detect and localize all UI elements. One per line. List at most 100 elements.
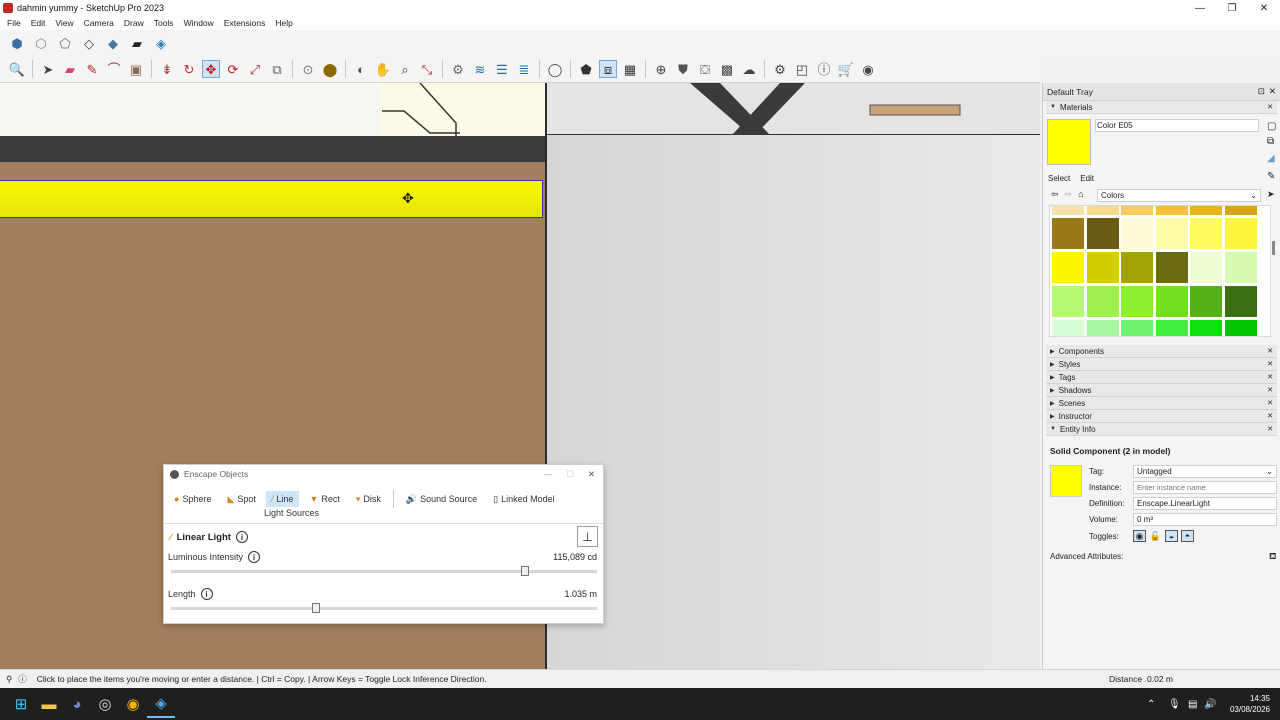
linear-light-info-icon[interactable]: i (235, 531, 248, 543)
cart-icon[interactable]: 🛒 (837, 60, 855, 78)
back-arrow-icon[interactable]: ⇦ (1051, 189, 1059, 200)
edit-tab[interactable]: Edit (1080, 174, 1094, 183)
default-material-icon[interactable]: ▢ (1267, 121, 1276, 132)
rectangle-icon[interactable]: ▣ (127, 60, 145, 78)
materials-header[interactable]: ▼ Materials ✕ (1046, 101, 1277, 114)
iso-view-icon[interactable]: ⬢ (8, 34, 26, 52)
tray-overflow-icon[interactable]: ⌃ (1147, 699, 1155, 710)
info-icon[interactable]: ⓘ (815, 60, 833, 78)
scenes-header[interactable]: ▶ Scenes ✕ (1046, 397, 1277, 410)
material-name-field[interactable]: Color E05 (1095, 119, 1259, 132)
material-swatch[interactable] (1155, 252, 1188, 283)
shadows-header[interactable]: ▶ Shadows ✕ (1046, 384, 1277, 397)
warehouse-icon[interactable]: ⚙ (449, 60, 467, 78)
paint-bucket-icon[interactable]: ⬤ (321, 60, 339, 78)
section-close-icon[interactable]: ✕ (1267, 399, 1273, 407)
add-icon[interactable]: ⊕ (652, 60, 670, 78)
material-swatch[interactable] (1052, 320, 1084, 336)
length-slider-thumb[interactable] (311, 603, 320, 613)
chrome-icon[interactable]: ◉ (119, 690, 147, 718)
status-info-icon[interactable]: ⓘ (18, 673, 27, 685)
material-swatch[interactable] (1190, 320, 1222, 336)
intensity-slider-thumb[interactable] (520, 566, 529, 576)
zoom-extents-icon[interactable]: 🔍 (8, 60, 26, 78)
cast-shadow-icon[interactable]: ◒ (1165, 530, 1178, 542)
material-swatch[interactable] (1086, 252, 1119, 283)
asset-icon[interactable]: ⛋ (696, 60, 714, 78)
eyedropper-icon[interactable]: ✎ (1267, 171, 1275, 182)
front-view-icon[interactable]: ⬠ (56, 34, 74, 52)
menu-tools[interactable]: Tools (149, 18, 179, 28)
length-info-icon[interactable]: i (200, 588, 213, 600)
material-swatch[interactable] (1121, 286, 1153, 317)
styles-header[interactable]: ▶ Styles ✕ (1046, 358, 1277, 371)
scale-icon[interactable]: ⤢ (246, 60, 264, 78)
align-gizmo-icon[interactable]: ⊥ (577, 526, 598, 547)
details-arrow-icon[interactable]: ➤ (1267, 189, 1275, 200)
material-swatch[interactable] (1190, 218, 1222, 249)
enscape-start-icon[interactable]: ⬟ (577, 60, 595, 78)
zoom-window-icon[interactable]: ⤡ (418, 60, 436, 78)
restore-button[interactable]: ❐ (1216, 0, 1248, 16)
home-icon[interactable]: ⌂ (1078, 189, 1083, 200)
tag-select[interactable]: Untagged ⌄ (1133, 465, 1277, 478)
instance-input[interactable] (1133, 481, 1277, 494)
file-explorer-icon[interactable]: ▬ (35, 690, 63, 718)
select-tab[interactable]: Select (1048, 174, 1070, 183)
section-close-icon[interactable]: ✕ (1267, 425, 1273, 433)
network-icon[interactable]: ▤ (1188, 699, 1197, 710)
material-swatch[interactable] (1086, 320, 1119, 336)
measurements-value[interactable]: 0.02 m (1147, 674, 1173, 684)
material-swatch[interactable] (1224, 320, 1257, 336)
material-swatch[interactable] (1190, 252, 1222, 283)
follow-me-icon[interactable]: ↻ (180, 60, 198, 78)
microphone-icon[interactable]: 🎙 (1168, 699, 1181, 710)
zoom-icon[interactable]: ⌕ (396, 60, 414, 78)
window-icon[interactable]: ◰ (793, 60, 811, 78)
panel-minimize-button[interactable]: — (544, 469, 553, 479)
material-swatch[interactable] (1121, 218, 1153, 249)
instructor-header[interactable]: ▶ Instructor ✕ (1046, 410, 1277, 423)
stamp-icon[interactable]: ≣ (515, 60, 533, 78)
offset-icon[interactable]: ⧉ (268, 60, 286, 78)
menu-extensions[interactable]: Extensions (219, 18, 271, 28)
orbit-icon[interactable]: ◐ (352, 60, 370, 78)
github-icon[interactable]: ◎ (91, 690, 119, 718)
material-swatch[interactable] (1155, 320, 1188, 336)
entity-info-header[interactable]: ▼ Entity Info ✕ (1046, 423, 1277, 436)
tab-linked-model[interactable]: ▯ Linked Model (487, 491, 561, 508)
linear-light-selected[interactable] (0, 180, 543, 218)
material-swatch[interactable] (1121, 252, 1153, 283)
menu-view[interactable]: View (50, 18, 78, 28)
user-icon[interactable]: ◉ (859, 60, 877, 78)
arc-icon[interactable]: ⌒ (105, 60, 123, 78)
entity-material-swatch[interactable] (1050, 465, 1082, 497)
left-view-icon[interactable]: ▰ (128, 34, 146, 52)
menu-draw[interactable]: Draw (119, 18, 149, 28)
shield-icon[interactable]: ⛊ (674, 60, 692, 78)
library-select[interactable]: Colors ⌄ (1097, 189, 1261, 202)
checker-icon[interactable]: ▩ (718, 60, 736, 78)
menu-help[interactable]: Help (270, 18, 297, 28)
menu-edit[interactable]: Edit (26, 18, 51, 28)
pencil-line-icon[interactable]: ✎ (83, 60, 101, 78)
tab-sphere[interactable]: ● Sphere (168, 491, 217, 507)
section-close-icon[interactable]: ✕ (1267, 412, 1273, 420)
material-swatch[interactable] (1224, 252, 1257, 283)
menu-camera[interactable]: Camera (79, 18, 119, 28)
material-swatch[interactable] (1052, 252, 1084, 283)
length-value[interactable]: 1.035 m (564, 589, 597, 599)
panel-close-button[interactable]: ✕ (588, 469, 595, 480)
lock-icon[interactable]: 🔓 (1149, 530, 1162, 542)
layers-icon[interactable]: ☰ (493, 60, 511, 78)
visibility-eye-icon[interactable]: ◉ (1133, 530, 1146, 542)
tab-sound-source[interactable]: 🔊 Sound Source (400, 491, 483, 508)
sketchup-taskbar-icon[interactable]: ◈ (147, 690, 175, 718)
material-swatch[interactable] (1224, 286, 1257, 317)
tape-measure-icon[interactable]: ⊙ (299, 60, 317, 78)
material-swatch[interactable] (1086, 206, 1119, 215)
tray-pin-icon[interactable]: ⊡ (1258, 86, 1265, 97)
menu-file[interactable]: File (2, 18, 26, 28)
pan-icon[interactable]: ✋ (374, 60, 392, 78)
volume-icon[interactable]: 🔊 (1204, 699, 1216, 710)
